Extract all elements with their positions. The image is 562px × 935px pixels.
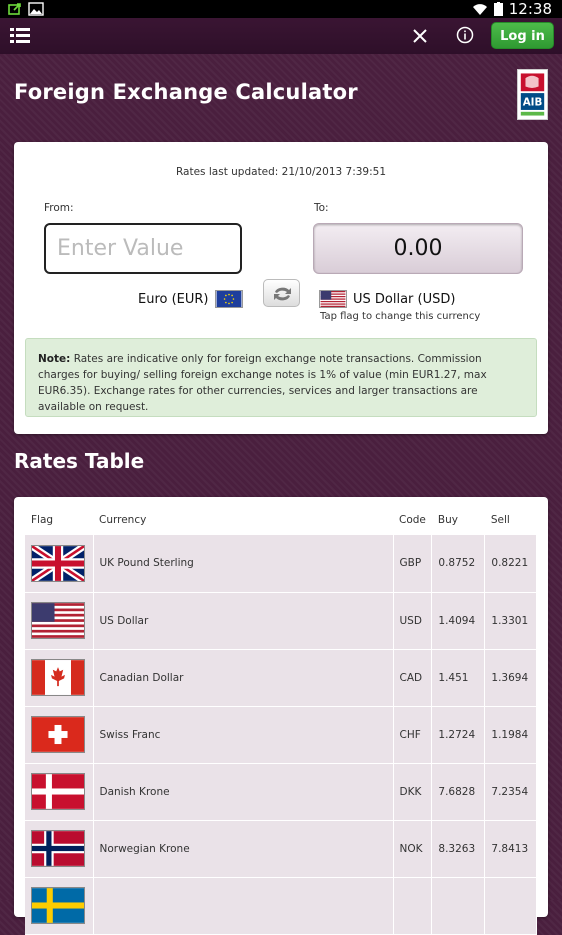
buy-rate: 0.8752 [431, 535, 486, 593]
close-icon[interactable] [410, 26, 430, 46]
to-currency-label: US Dollar (USD) [353, 291, 456, 307]
from-currency[interactable]: Euro (EUR) [138, 290, 243, 308]
buy-rate: 1.451 [431, 649, 486, 707]
rates-table: Flag Currency Code Buy Sell UK Pound Ste… [25, 509, 537, 935]
table-row[interactable]: Norwegian Krone NOK 8.3263 7.8413 [25, 820, 537, 878]
battery-icon [493, 2, 503, 16]
currency-code: CAD [393, 649, 433, 707]
header-flag: Flag [31, 513, 54, 526]
wifi-icon [472, 4, 487, 15]
rates-table-heading: Rates Table [14, 449, 145, 473]
from-label: From: [44, 202, 74, 214]
currency-name: US Dollar [93, 592, 394, 650]
calculator-card: Rates last updated: 21/10/2013 7:39:51 F… [14, 142, 548, 434]
table-row[interactable]: US Dollar USD 1.4094 1.3301 [25, 592, 537, 650]
note-label: Note: [38, 353, 71, 365]
sell-rate: 0.8221 [484, 535, 537, 593]
flag-cell [25, 535, 94, 593]
table-row[interactable]: UK Pound Sterling GBP 0.8752 0.8221 [25, 535, 537, 593]
currency-code: DKK [393, 763, 433, 821]
header-buy: Buy [437, 513, 458, 526]
flag-cell [25, 820, 94, 878]
currency-name: Norwegian Krone [93, 820, 394, 878]
rates-table-card: Flag Currency Code Buy Sell UK Pound Ste… [14, 497, 548, 935]
sell-rate: 1.3301 [484, 592, 537, 650]
table-row[interactable]: Swiss Franc CHF 1.2724 1.1984 [25, 706, 537, 764]
note-text: Rates are indicative only for foreign ex… [38, 353, 487, 413]
header-code: Code [399, 513, 426, 526]
eu-flag-icon[interactable] [214, 290, 243, 308]
currency-code: CHF [393, 706, 433, 764]
currency-code: GBP [393, 535, 433, 593]
sell-rate: 7.8413 [484, 820, 537, 878]
canada-flag-icon [31, 659, 85, 696]
to-label: To: [314, 202, 329, 214]
page-title: Foreign Exchange Calculator [14, 80, 358, 104]
status-bar: 12:38 [0, 0, 562, 18]
table-row[interactable] [25, 877, 537, 935]
buy-rate: 7.6828 [431, 763, 486, 821]
flag-cell [25, 763, 94, 821]
header-currency: Currency [99, 513, 147, 526]
flag-cell [25, 877, 94, 935]
denmark-flag-icon [31, 773, 85, 810]
buy-rate: 1.2724 [431, 706, 486, 764]
sell-rate: 1.3694 [484, 649, 537, 707]
table-header-row: Flag Currency Code Buy Sell [25, 509, 537, 535]
currency-code: USD [393, 592, 433, 650]
currency-name [93, 877, 394, 935]
us-flag-icon [31, 602, 85, 639]
buy-rate [431, 877, 486, 935]
flag-cell [25, 592, 94, 650]
currency-code [393, 877, 433, 935]
to-currency[interactable]: US Dollar (USD) [319, 290, 455, 308]
currency-name: UK Pound Sterling [93, 535, 394, 593]
currency-name: Canadian Dollar [93, 649, 394, 707]
us-flag-small-icon[interactable] [319, 290, 347, 308]
rates-updated: Rates last updated: 21/10/2013 7:39:51 [175, 166, 387, 178]
swiss-flag-icon [31, 716, 85, 753]
menu-icon[interactable] [10, 26, 30, 46]
flag-cell [25, 706, 94, 764]
login-button[interactable]: Log in [491, 22, 554, 49]
sell-rate: 1.1984 [484, 706, 537, 764]
svg-text:AIB: AIB [523, 96, 543, 108]
swap-icon [274, 287, 291, 301]
app-bar: Log in [0, 18, 562, 54]
buy-rate: 1.4094 [431, 592, 486, 650]
image-icon [28, 2, 44, 16]
info-icon[interactable] [455, 25, 475, 45]
status-time: 12:38 [508, 0, 552, 18]
from-currency-label: Euro (EUR) [138, 291, 209, 307]
uk-flag-icon [31, 544, 85, 582]
note-box: Note: Rates are indicative only for fore… [25, 338, 537, 417]
flag-cell [25, 649, 94, 707]
buy-rate: 8.3263 [431, 820, 486, 878]
sweden-flag-icon [31, 887, 85, 924]
norway-flag-icon [31, 830, 85, 867]
sell-rate: 7.2354 [484, 763, 537, 821]
currency-code: NOK [393, 820, 433, 878]
header-sell: Sell [490, 513, 510, 526]
aib-logo: AIB [517, 69, 548, 120]
table-row[interactable]: Danish Krone DKK 7.6828 7.2354 [25, 763, 537, 821]
usb-share-icon [8, 3, 21, 15]
from-amount-input[interactable]: Enter Value [44, 223, 242, 274]
currency-name: Danish Krone [93, 763, 394, 821]
to-amount-output: 0.00 [313, 223, 523, 274]
swap-currencies-button[interactable] [263, 279, 300, 307]
table-row[interactable]: Canadian Dollar CAD 1.451 1.3694 [25, 649, 537, 707]
currency-name: Swiss Franc [93, 706, 394, 764]
sell-rate [484, 877, 537, 935]
tap-flag-hint: Tap flag to change this currency [320, 311, 481, 322]
